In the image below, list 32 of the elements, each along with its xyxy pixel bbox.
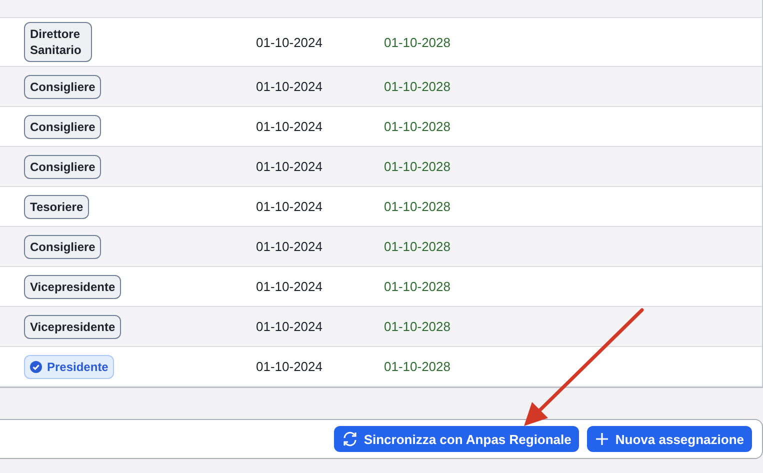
start-date: 01-10-2024 bbox=[256, 239, 324, 254]
role-badge: Direttore Sanitario bbox=[24, 22, 92, 62]
start-date: 01-10-2024 bbox=[256, 79, 324, 94]
role-badge: Consigliere bbox=[24, 74, 102, 98]
role-badge: Vicepresidente bbox=[24, 314, 122, 338]
end-date: 01-10-2028 bbox=[384, 79, 450, 94]
refresh-icon bbox=[342, 431, 358, 447]
end-date: 01-10-2028 bbox=[384, 239, 450, 254]
start-date: 01-10-2024 bbox=[256, 159, 324, 174]
end-date: 01-10-2028 bbox=[384, 199, 450, 214]
check-icon bbox=[30, 360, 42, 372]
add-button[interactable]: Nuova assegnazione bbox=[587, 426, 752, 452]
end-date: 01-10-2028 bbox=[384, 34, 450, 50]
start-date: 01-10-2024 bbox=[256, 279, 324, 294]
start-date: 01-10-2024 bbox=[256, 359, 324, 374]
role-badge: Consigliere bbox=[24, 114, 102, 138]
end-date: 01-10-2028 bbox=[384, 119, 450, 134]
end-date: 01-10-2028 bbox=[384, 319, 450, 334]
role-badge: Consigliere bbox=[24, 154, 102, 178]
end-date: 01-10-2028 bbox=[384, 159, 450, 174]
role-label: Presidente bbox=[47, 358, 108, 374]
start-date: 01-10-2024 bbox=[256, 34, 324, 50]
end-date: 01-10-2028 bbox=[384, 359, 450, 374]
start-date: 01-10-2024 bbox=[256, 319, 324, 334]
start-date: 01-10-2024 bbox=[256, 199, 324, 214]
role-badge: Vicepresidente bbox=[24, 274, 122, 298]
end-date: 01-10-2028 bbox=[384, 279, 450, 294]
sync-button[interactable]: Sincronizza con Anpas Regionale bbox=[334, 426, 580, 452]
start-date: 01-10-2024 bbox=[256, 119, 324, 134]
role-badge: Consigliere bbox=[24, 234, 102, 258]
plus-icon bbox=[595, 432, 610, 446]
role-badge: Tesoriere bbox=[24, 194, 90, 218]
